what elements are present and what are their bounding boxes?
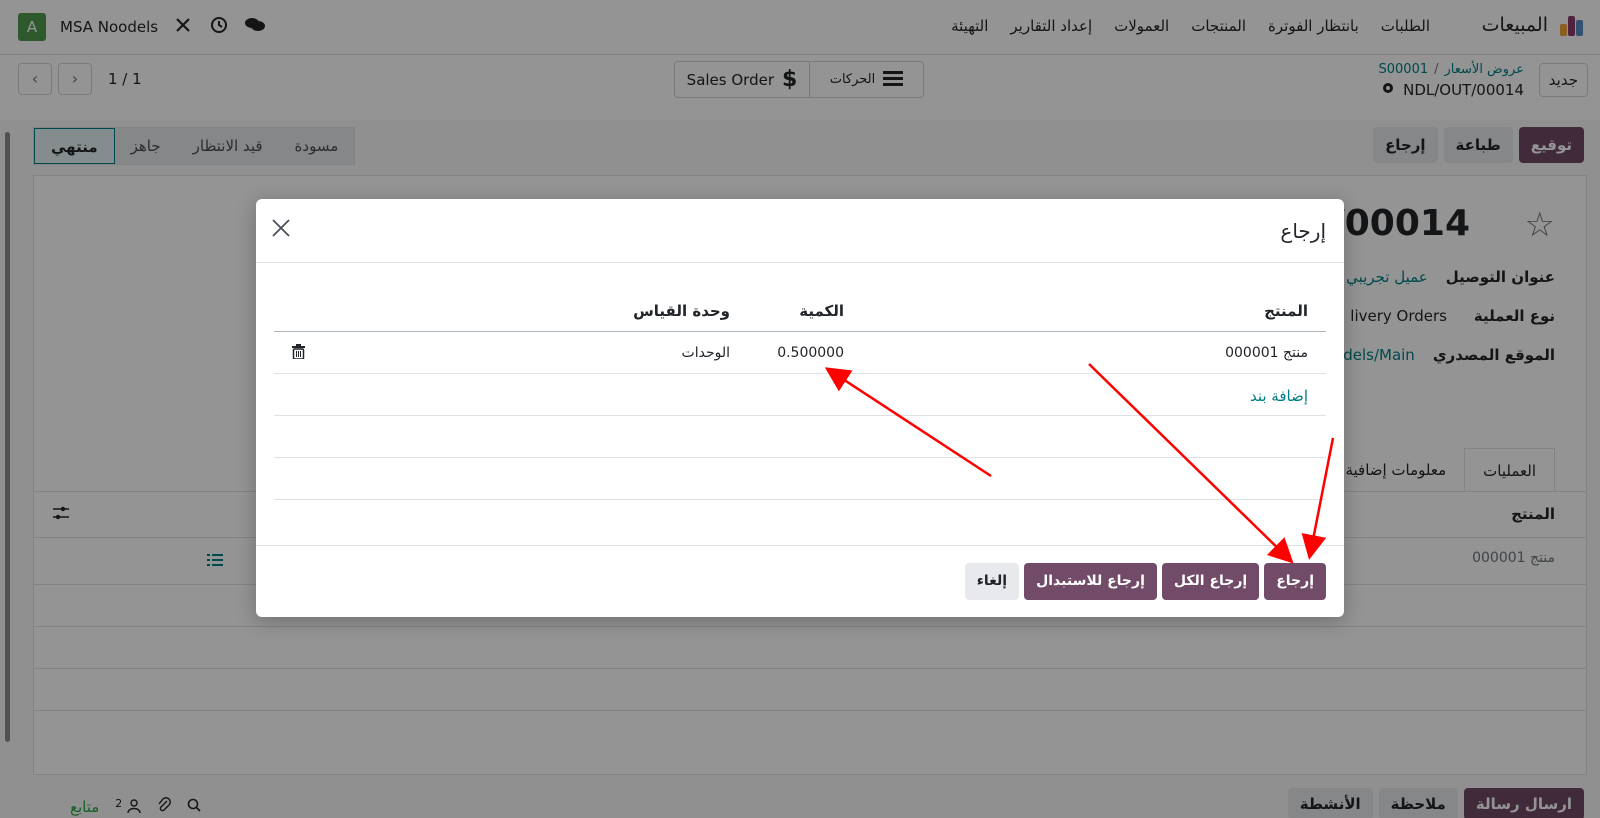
return-all-button[interactable]: إرجاع الكل [1161, 563, 1260, 600]
dialog-footer: إرجاع إرجاع الكل إرجاع للاستبدال إلغاء [256, 545, 1344, 617]
return-for-exchange-button[interactable]: إرجاع للاستبدال [1024, 563, 1157, 600]
dialog-header: إرجاع [256, 199, 1344, 263]
dialog-title: إرجاع [1280, 219, 1326, 243]
row-divider [274, 373, 1326, 374]
header-divider [274, 331, 1326, 332]
line-quantity[interactable]: 0.500000 [777, 345, 844, 361]
row-divider [274, 415, 1326, 416]
column-header-uom[interactable]: وحدة القياس [633, 302, 730, 320]
line-uom[interactable]: الوحدات [682, 345, 730, 361]
trash-icon[interactable] [292, 344, 305, 363]
close-icon[interactable] [271, 215, 291, 245]
row-divider [274, 499, 1326, 500]
line-product[interactable]: منتج 000001 [1225, 345, 1308, 361]
add-line-link[interactable]: إضافة بند [1250, 387, 1308, 405]
return-confirm-button[interactable]: إرجاع [1264, 563, 1326, 600]
return-dialog: إرجاع المنتج الكمية وحدة القياس منتج 000… [256, 199, 1344, 617]
column-header-product[interactable]: المنتج [1264, 302, 1308, 320]
dialog-buttons: إرجاع إرجاع الكل إرجاع للاستبدال إلغاء [964, 563, 1326, 600]
cancel-button[interactable]: إلغاء [964, 563, 1020, 600]
column-header-quantity[interactable]: الكمية [799, 302, 844, 320]
row-divider [274, 457, 1326, 458]
